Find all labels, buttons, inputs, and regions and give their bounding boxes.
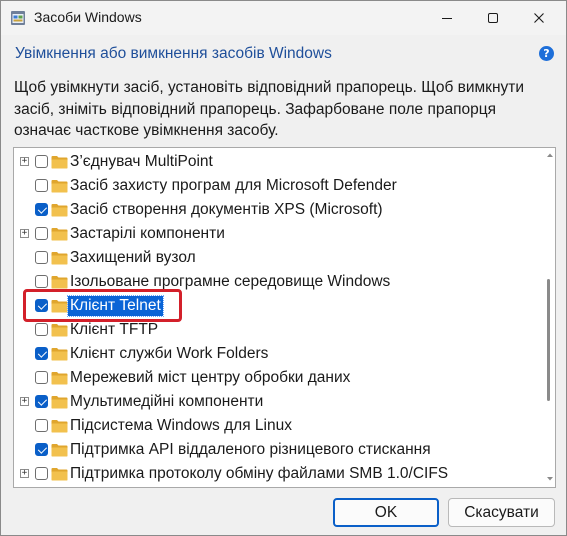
feature-label: Клієнт служби Work Folders bbox=[70, 345, 269, 362]
folder-icon bbox=[51, 300, 68, 313]
feature-label: Клієнт Telnet bbox=[67, 295, 164, 317]
window-title: Засоби Windows bbox=[34, 9, 142, 25]
feature-checkbox[interactable] bbox=[35, 443, 48, 456]
cancel-button[interactable]: Скасувати bbox=[448, 498, 555, 527]
minimize-icon bbox=[442, 18, 452, 19]
folder-icon bbox=[51, 156, 68, 169]
feature-checkbox[interactable] bbox=[35, 155, 48, 168]
close-button[interactable] bbox=[516, 1, 562, 35]
folder-icon bbox=[51, 348, 68, 361]
feature-row[interactable]: Ізольоване програмне середовище Windows bbox=[14, 270, 534, 294]
feature-row[interactable]: Мережевий міст центру обробки даних bbox=[14, 366, 534, 390]
folder-icon bbox=[51, 180, 68, 193]
expand-icon[interactable]: + bbox=[20, 229, 29, 238]
folder-icon bbox=[51, 204, 68, 217]
feature-label: Мережевий міст центру обробки даних bbox=[70, 369, 351, 386]
feature-label: Засіб створення документів XPS (Microsof… bbox=[70, 201, 383, 218]
feature-row[interactable]: + Мультимедійні компоненти bbox=[14, 390, 534, 414]
feature-checkbox[interactable] bbox=[35, 299, 48, 312]
feature-label: Мультимедійні компоненти bbox=[70, 393, 264, 410]
feature-checkbox[interactable] bbox=[35, 203, 48, 216]
dialog-heading: Увімкнення або вимкнення засобів Windows bbox=[15, 45, 332, 62]
scrollbar-thumb[interactable] bbox=[547, 279, 550, 401]
help-icon[interactable]: ? bbox=[539, 46, 554, 61]
expand-icon[interactable]: + bbox=[20, 469, 29, 478]
feature-row[interactable]: + З’єднувач MultiPoint bbox=[14, 150, 534, 174]
feature-row[interactable]: Клієнт TFTP bbox=[14, 318, 534, 342]
title-bar[interactable]: Засоби Windows bbox=[1, 1, 566, 35]
folder-icon bbox=[51, 468, 68, 481]
feature-row[interactable]: Засіб захисту програм для Microsoft Defe… bbox=[14, 174, 534, 198]
feature-checkbox[interactable] bbox=[35, 467, 48, 480]
feature-label: Підсистема Windows для Linux bbox=[70, 417, 292, 434]
feature-row[interactable]: Клієнт служби Work Folders bbox=[14, 342, 534, 366]
features-tree[interactable]: + З’єднувач MultiPoint Засіб захисту прогр… bbox=[13, 147, 556, 488]
folder-icon bbox=[51, 444, 68, 457]
folder-icon bbox=[51, 252, 68, 265]
folder-icon bbox=[51, 396, 68, 409]
feature-checkbox[interactable] bbox=[35, 251, 48, 264]
windows-features-dialog: Засоби Windows Увімкнення або вимкнення … bbox=[0, 0, 567, 536]
expand-icon[interactable]: + bbox=[20, 397, 29, 406]
folder-icon bbox=[51, 372, 68, 385]
scroll-down-arrow-icon[interactable] bbox=[545, 475, 555, 483]
feature-row[interactable]: Підсистема Windows для Linux bbox=[14, 414, 534, 438]
folder-icon bbox=[51, 420, 68, 433]
feature-checkbox[interactable] bbox=[35, 347, 48, 360]
feature-row[interactable]: Підтримка API віддаленого різницевого ст… bbox=[14, 438, 534, 462]
feature-checkbox[interactable] bbox=[35, 323, 48, 336]
folder-icon bbox=[51, 228, 68, 241]
feature-label: Засіб захисту програм для Microsoft Defe… bbox=[70, 177, 397, 194]
feature-label: Клієнт TFTP bbox=[70, 321, 159, 338]
minimize-button[interactable] bbox=[424, 1, 470, 35]
feature-row[interactable]: + Підтримка протоколу обміну файлами SMB … bbox=[14, 462, 534, 486]
folder-icon bbox=[51, 324, 68, 337]
feature-row[interactable]: Захищений вузол bbox=[14, 246, 534, 270]
feature-label: Застарілі компоненти bbox=[70, 225, 225, 242]
dialog-description: Щоб увімкнути засіб, установіть відповід… bbox=[14, 79, 525, 139]
maximize-icon bbox=[488, 13, 498, 23]
feature-checkbox[interactable] bbox=[35, 275, 48, 288]
folder-icon bbox=[51, 276, 68, 289]
ok-button[interactable]: OK bbox=[333, 498, 439, 527]
feature-checkbox[interactable] bbox=[35, 227, 48, 240]
feature-label: Захищений вузол bbox=[70, 249, 196, 266]
expand-icon[interactable]: + bbox=[20, 157, 29, 166]
feature-label: Підтримка протоколу обміну файлами SMB 1… bbox=[70, 465, 449, 482]
feature-checkbox[interactable] bbox=[35, 419, 48, 432]
feature-row[interactable]: + Застарілі компоненти bbox=[14, 222, 534, 246]
feature-row[interactable]: Клієнт Telnet bbox=[14, 294, 534, 318]
feature-label: Ізольоване програмне середовище Windows bbox=[70, 273, 391, 290]
feature-checkbox[interactable] bbox=[35, 395, 48, 408]
feature-label: Підтримка API віддаленого різницевого ст… bbox=[70, 441, 431, 458]
feature-checkbox[interactable] bbox=[35, 371, 48, 384]
close-icon bbox=[534, 13, 544, 23]
feature-label: З’єднувач MultiPoint bbox=[70, 153, 213, 170]
feature-checkbox[interactable] bbox=[35, 179, 48, 192]
feature-row[interactable]: Засіб створення документів XPS (Microsof… bbox=[14, 198, 534, 222]
app-icon bbox=[11, 11, 25, 25]
maximize-button[interactable] bbox=[470, 1, 516, 35]
scroll-up-arrow-icon[interactable] bbox=[545, 151, 555, 159]
